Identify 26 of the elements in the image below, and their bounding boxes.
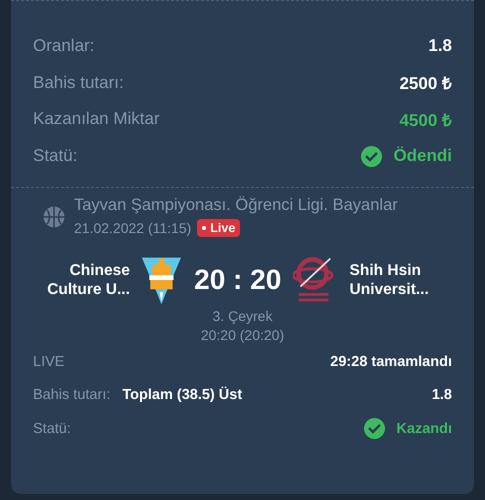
row-value: 1.8 — [428, 36, 452, 56]
live-badge: Live — [197, 219, 240, 237]
check-icon — [361, 146, 382, 167]
period-score: 20:20 (20:20) — [200, 326, 286, 345]
status-text: Kazandı — [396, 420, 452, 437]
team-name: Shih Hsin Universit... — [350, 261, 430, 299]
team-name: Chinese Culture U... — [46, 261, 130, 299]
match-score: 20 : 20 — [193, 264, 282, 296]
row-value: 29:28 tamamlandı — [330, 354, 452, 370]
row-label: Oranlar: — [33, 36, 94, 56]
row-value: 2500 ₺ — [399, 73, 452, 94]
row-label: Statü: — [33, 420, 71, 437]
row-label: Kazanılan Miktar — [33, 109, 160, 130]
event-date: 21.02.2022 (11:15) — [74, 220, 192, 236]
bet-pick: Toplam (38.5) Üst — [122, 387, 242, 404]
row-label: Statü: — [33, 146, 78, 166]
league-title: Tayvan Şampiyonası. Öğrenci Ligi. Bayanlar — [74, 196, 398, 215]
row-value: 1.8 — [432, 387, 452, 404]
row-value: 4500 ₺ — [399, 110, 452, 131]
row-label: Bahis tutarı: — [33, 72, 124, 93]
status-text: Ödendi — [393, 146, 452, 166]
basketball-icon — [43, 206, 65, 228]
check-icon — [364, 418, 386, 440]
row-label: LIVE — [33, 354, 64, 370]
row-label: Bahis tutarı: — [33, 387, 110, 404]
match-period: 3. Çeyrek — [212, 307, 274, 326]
